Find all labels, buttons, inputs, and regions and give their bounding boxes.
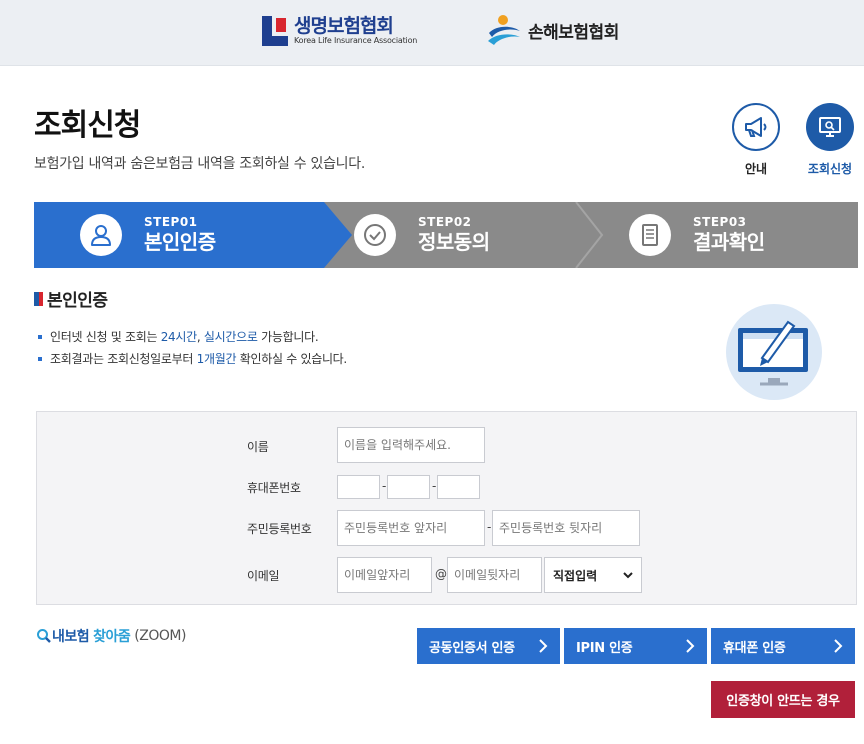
apply-button[interactable]: 조회신청 [800, 103, 860, 177]
zoom-text-c: (ZOOM) [134, 628, 186, 644]
apply-label: 조회신청 [807, 162, 853, 176]
identity-form: 이름 휴대폰번호 - - 주민등록번호 - 이메일 @ 직접입력 [36, 411, 857, 605]
chevron-right-icon [539, 639, 548, 653]
email-id-input[interactable] [337, 557, 432, 593]
phone-first-input[interactable] [337, 475, 380, 499]
document-icon [642, 224, 658, 246]
step-1-number: STEP01 [144, 215, 198, 229]
ipin-auth-label: IPIN 인증 [576, 640, 633, 656]
chevron-down-icon [623, 572, 633, 579]
email-domain-select[interactable]: 직접입력 [544, 557, 642, 593]
chevron-right-icon [686, 639, 695, 653]
certificate-auth-label: 공동인증서 인증 [429, 640, 515, 656]
notice-list: 인터넷 신청 및 조회는 24시간, 실시간으로 가능합니다. 조회결과는 조회… [38, 326, 347, 370]
klia-logo-english: Korea Life Insurance Association [294, 36, 418, 45]
klia-logo[interactable]: 생명보험협회 Korea Life Insurance Association [262, 14, 417, 48]
ipin-auth-button[interactable]: IPIN 인증 [564, 628, 707, 664]
phone-middle-input[interactable] [387, 475, 430, 499]
step-2-number: STEP02 [418, 215, 472, 229]
page-title: 조회신청 [34, 108, 141, 143]
phone-label: 휴대폰번호 [247, 481, 301, 495]
section-heading: 본인인증 [34, 286, 108, 311]
name-input[interactable] [337, 427, 485, 463]
phone-last-input[interactable] [437, 475, 480, 499]
step-3-number: STEP03 [693, 215, 747, 229]
step-1: STEP01 본인인증 [80, 202, 216, 268]
notice-item: 인터넷 신청 및 조회는 24시간, 실시간으로 가능합니다. [38, 326, 347, 348]
knia-logo-mark-icon [488, 15, 520, 45]
rrn-back-input[interactable] [492, 510, 640, 546]
klia-logo-text: 생명보험협회 [294, 15, 394, 37]
phone-auth-label: 휴대폰 인증 [723, 640, 786, 656]
zoom-link[interactable]: 내보험 찾아줌 (ZOOM) [36, 626, 186, 646]
step-progress: STEP01 본인인증 STEP02 정보동의 STEP03 결과확인 [34, 202, 858, 268]
section-flag-icon [34, 291, 43, 306]
auth-popup-help-button[interactable]: 인증창이 안뜨는 경우 [711, 681, 855, 718]
guide-button[interactable]: 안내 [726, 103, 786, 177]
step-1-label: 본인인증 [144, 230, 216, 254]
step-separator-icon [575, 202, 604, 268]
phone-dash: - [382, 479, 387, 493]
zoom-text-b: 찾아줌 [93, 629, 131, 645]
email-domain-select-value: 직접입력 [553, 568, 598, 583]
email-at-sign: @ [435, 567, 447, 581]
rrn-front-input[interactable] [337, 510, 485, 546]
name-label: 이름 [247, 440, 269, 454]
step-2: STEP02 정보동의 [354, 202, 490, 268]
chevron-right-icon [834, 639, 843, 653]
step-2-label: 정보동의 [418, 230, 490, 254]
email-label: 이메일 [247, 569, 280, 583]
search-icon [37, 629, 51, 643]
notice-item: 조회결과는 조회신청일로부터 1개월간 확인하실 수 있습니다. [38, 348, 347, 370]
monitor-search-icon [819, 117, 841, 137]
knia-logo[interactable]: 손해보험협회 [486, 12, 619, 48]
zoom-text-a: 내보험 [52, 629, 90, 645]
phone-dash: - [432, 479, 437, 493]
certificate-auth-button[interactable]: 공동인증서 인증 [417, 628, 560, 664]
email-domain-input[interactable] [447, 557, 542, 593]
rrn-dash: - [487, 520, 492, 534]
rrn-label: 주민등록번호 [247, 522, 312, 536]
klia-logo-mark-icon [262, 16, 288, 46]
monitor-illustration-icon [726, 304, 822, 400]
phone-auth-button[interactable]: 휴대폰 인증 [711, 628, 855, 664]
page-subtitle: 보험가입 내역과 숨은보험금 내역을 조회하실 수 있습니다. [34, 156, 365, 172]
knia-logo-text: 손해보험협회 [528, 22, 619, 43]
step-3: STEP03 결과확인 [629, 202, 765, 268]
auth-popup-help-label: 인증창이 안뜨는 경우 [726, 694, 840, 709]
section-title: 본인인증 [47, 291, 108, 311]
top-header: 생명보험협회 Korea Life Insurance Association … [0, 0, 864, 66]
user-icon [91, 225, 111, 246]
step-3-label: 결과확인 [693, 230, 765, 254]
guide-label: 안내 [744, 162, 768, 176]
megaphone-icon [745, 117, 767, 137]
check-circle-icon [364, 224, 386, 246]
